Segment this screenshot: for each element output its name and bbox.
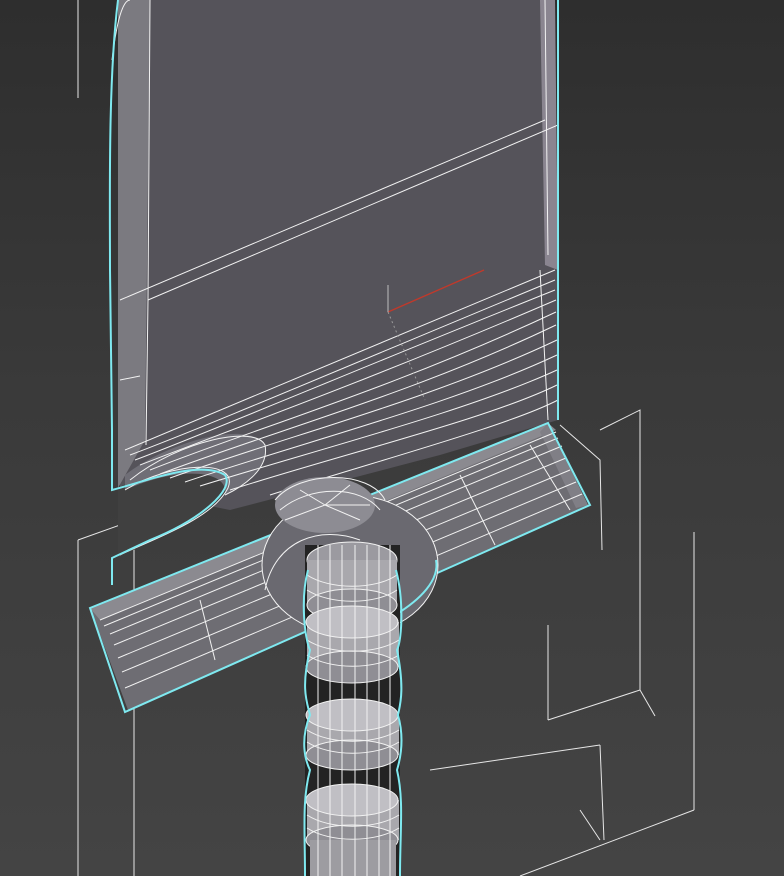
viewport-scene[interactable]: [0, 0, 784, 876]
handle-mesh[interactable]: [302, 541, 403, 876]
3d-viewport[interactable]: [0, 0, 784, 876]
